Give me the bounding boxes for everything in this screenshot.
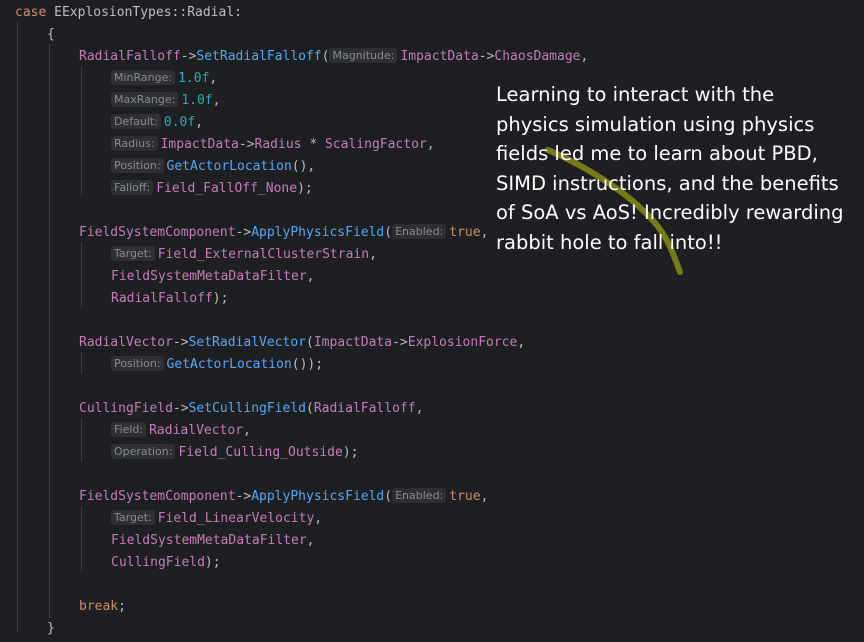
caption-line: Learning to interact with the xyxy=(496,83,775,106)
caption-line: rabbit hole to fall into!! xyxy=(496,230,723,254)
caption-line: fields led me to learn about PBD, xyxy=(496,142,818,165)
caption-line: of SoA vs AoS! Incredibly rewarding xyxy=(496,201,844,224)
caption-line: SIMD instructions, and the benefits xyxy=(496,171,839,195)
caption-line: physics simulation using physics xyxy=(496,112,815,136)
caption-overlay: Learning to interact with the physics si… xyxy=(496,80,856,257)
